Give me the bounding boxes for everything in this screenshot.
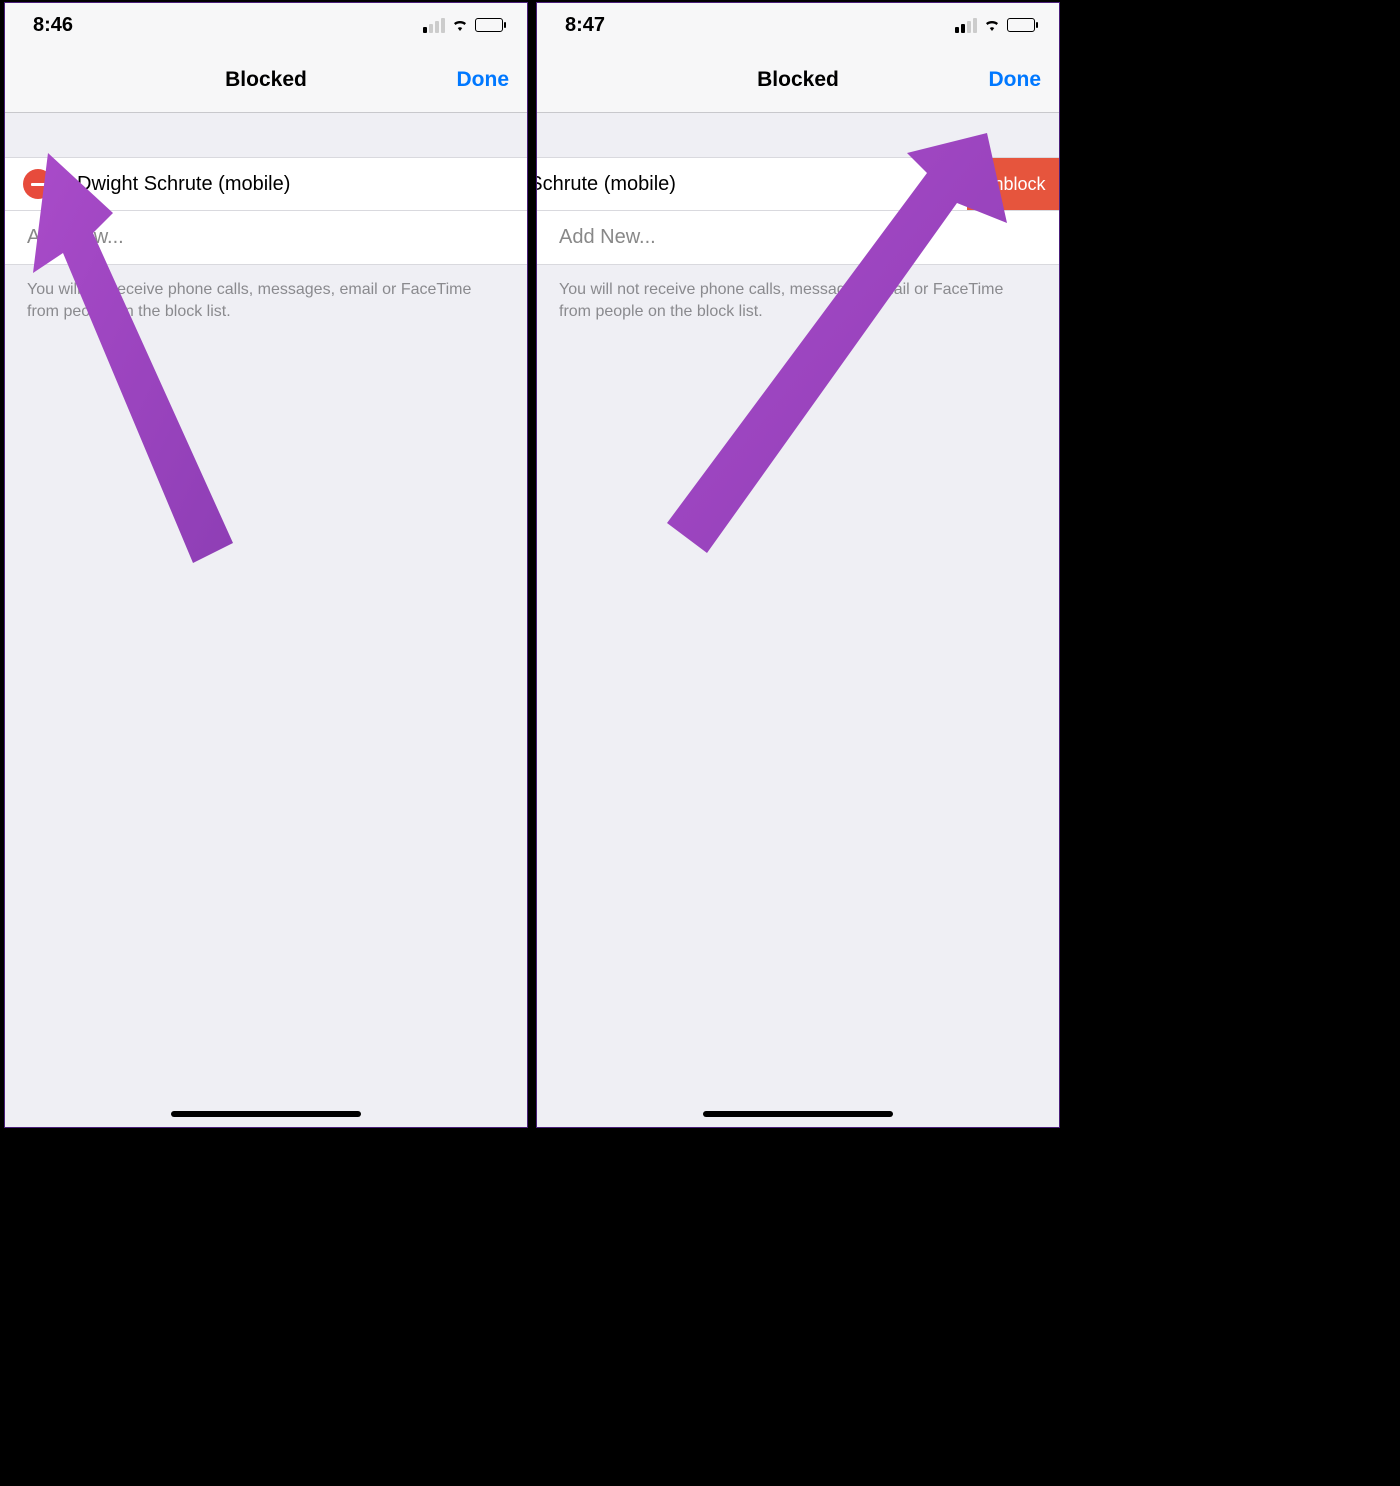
home-indicator (703, 1111, 893, 1117)
battery-icon (1007, 18, 1035, 32)
battery-icon (475, 18, 503, 32)
spacer (537, 113, 1059, 157)
done-button[interactable]: Done (989, 68, 1042, 92)
nav-bar: Blocked Done (5, 47, 527, 113)
footer-note: You will not receive phone calls, messag… (5, 265, 527, 336)
status-right (955, 16, 1035, 34)
add-new-label: Add New... (27, 226, 124, 249)
wifi-icon (983, 16, 1001, 34)
status-right (423, 16, 503, 34)
done-button[interactable]: Done (457, 68, 510, 92)
status-bar: 8:47 (537, 3, 1059, 47)
contact-name: wight Schrute (mobile) (536, 173, 676, 196)
add-new-row[interactable]: Add New... (5, 211, 527, 265)
unblock-button[interactable]: Unblock (967, 158, 1059, 210)
nav-bar: Blocked Done (537, 47, 1059, 113)
phone-right: 8:47 Blocked Done wight Schrute (mobile)… (536, 2, 1060, 1128)
home-indicator (171, 1111, 361, 1117)
status-bar: 8:46 (5, 3, 527, 47)
wifi-icon (451, 16, 469, 34)
delete-minus-icon[interactable] (23, 169, 53, 199)
spacer (5, 113, 527, 157)
phone-left: 8:46 Blocked Done Dwight Schrute (mobile… (4, 2, 528, 1128)
status-time: 8:47 (565, 14, 605, 37)
page-title: Blocked (757, 68, 839, 92)
add-new-row[interactable]: Add New... (537, 211, 1059, 265)
page-title: Blocked (225, 68, 307, 92)
cellular-signal-icon (423, 18, 445, 33)
contact-name: Dwight Schrute (mobile) (77, 173, 290, 196)
add-new-label: Add New... (559, 226, 656, 249)
status-time: 8:46 (33, 14, 73, 37)
blocked-contact-row[interactable]: wight Schrute (mobile) Unblock (537, 157, 1059, 211)
footer-note: You will not receive phone calls, messag… (537, 265, 1059, 336)
cellular-signal-icon (955, 18, 977, 33)
blocked-contact-row[interactable]: Dwight Schrute (mobile) (5, 157, 527, 211)
